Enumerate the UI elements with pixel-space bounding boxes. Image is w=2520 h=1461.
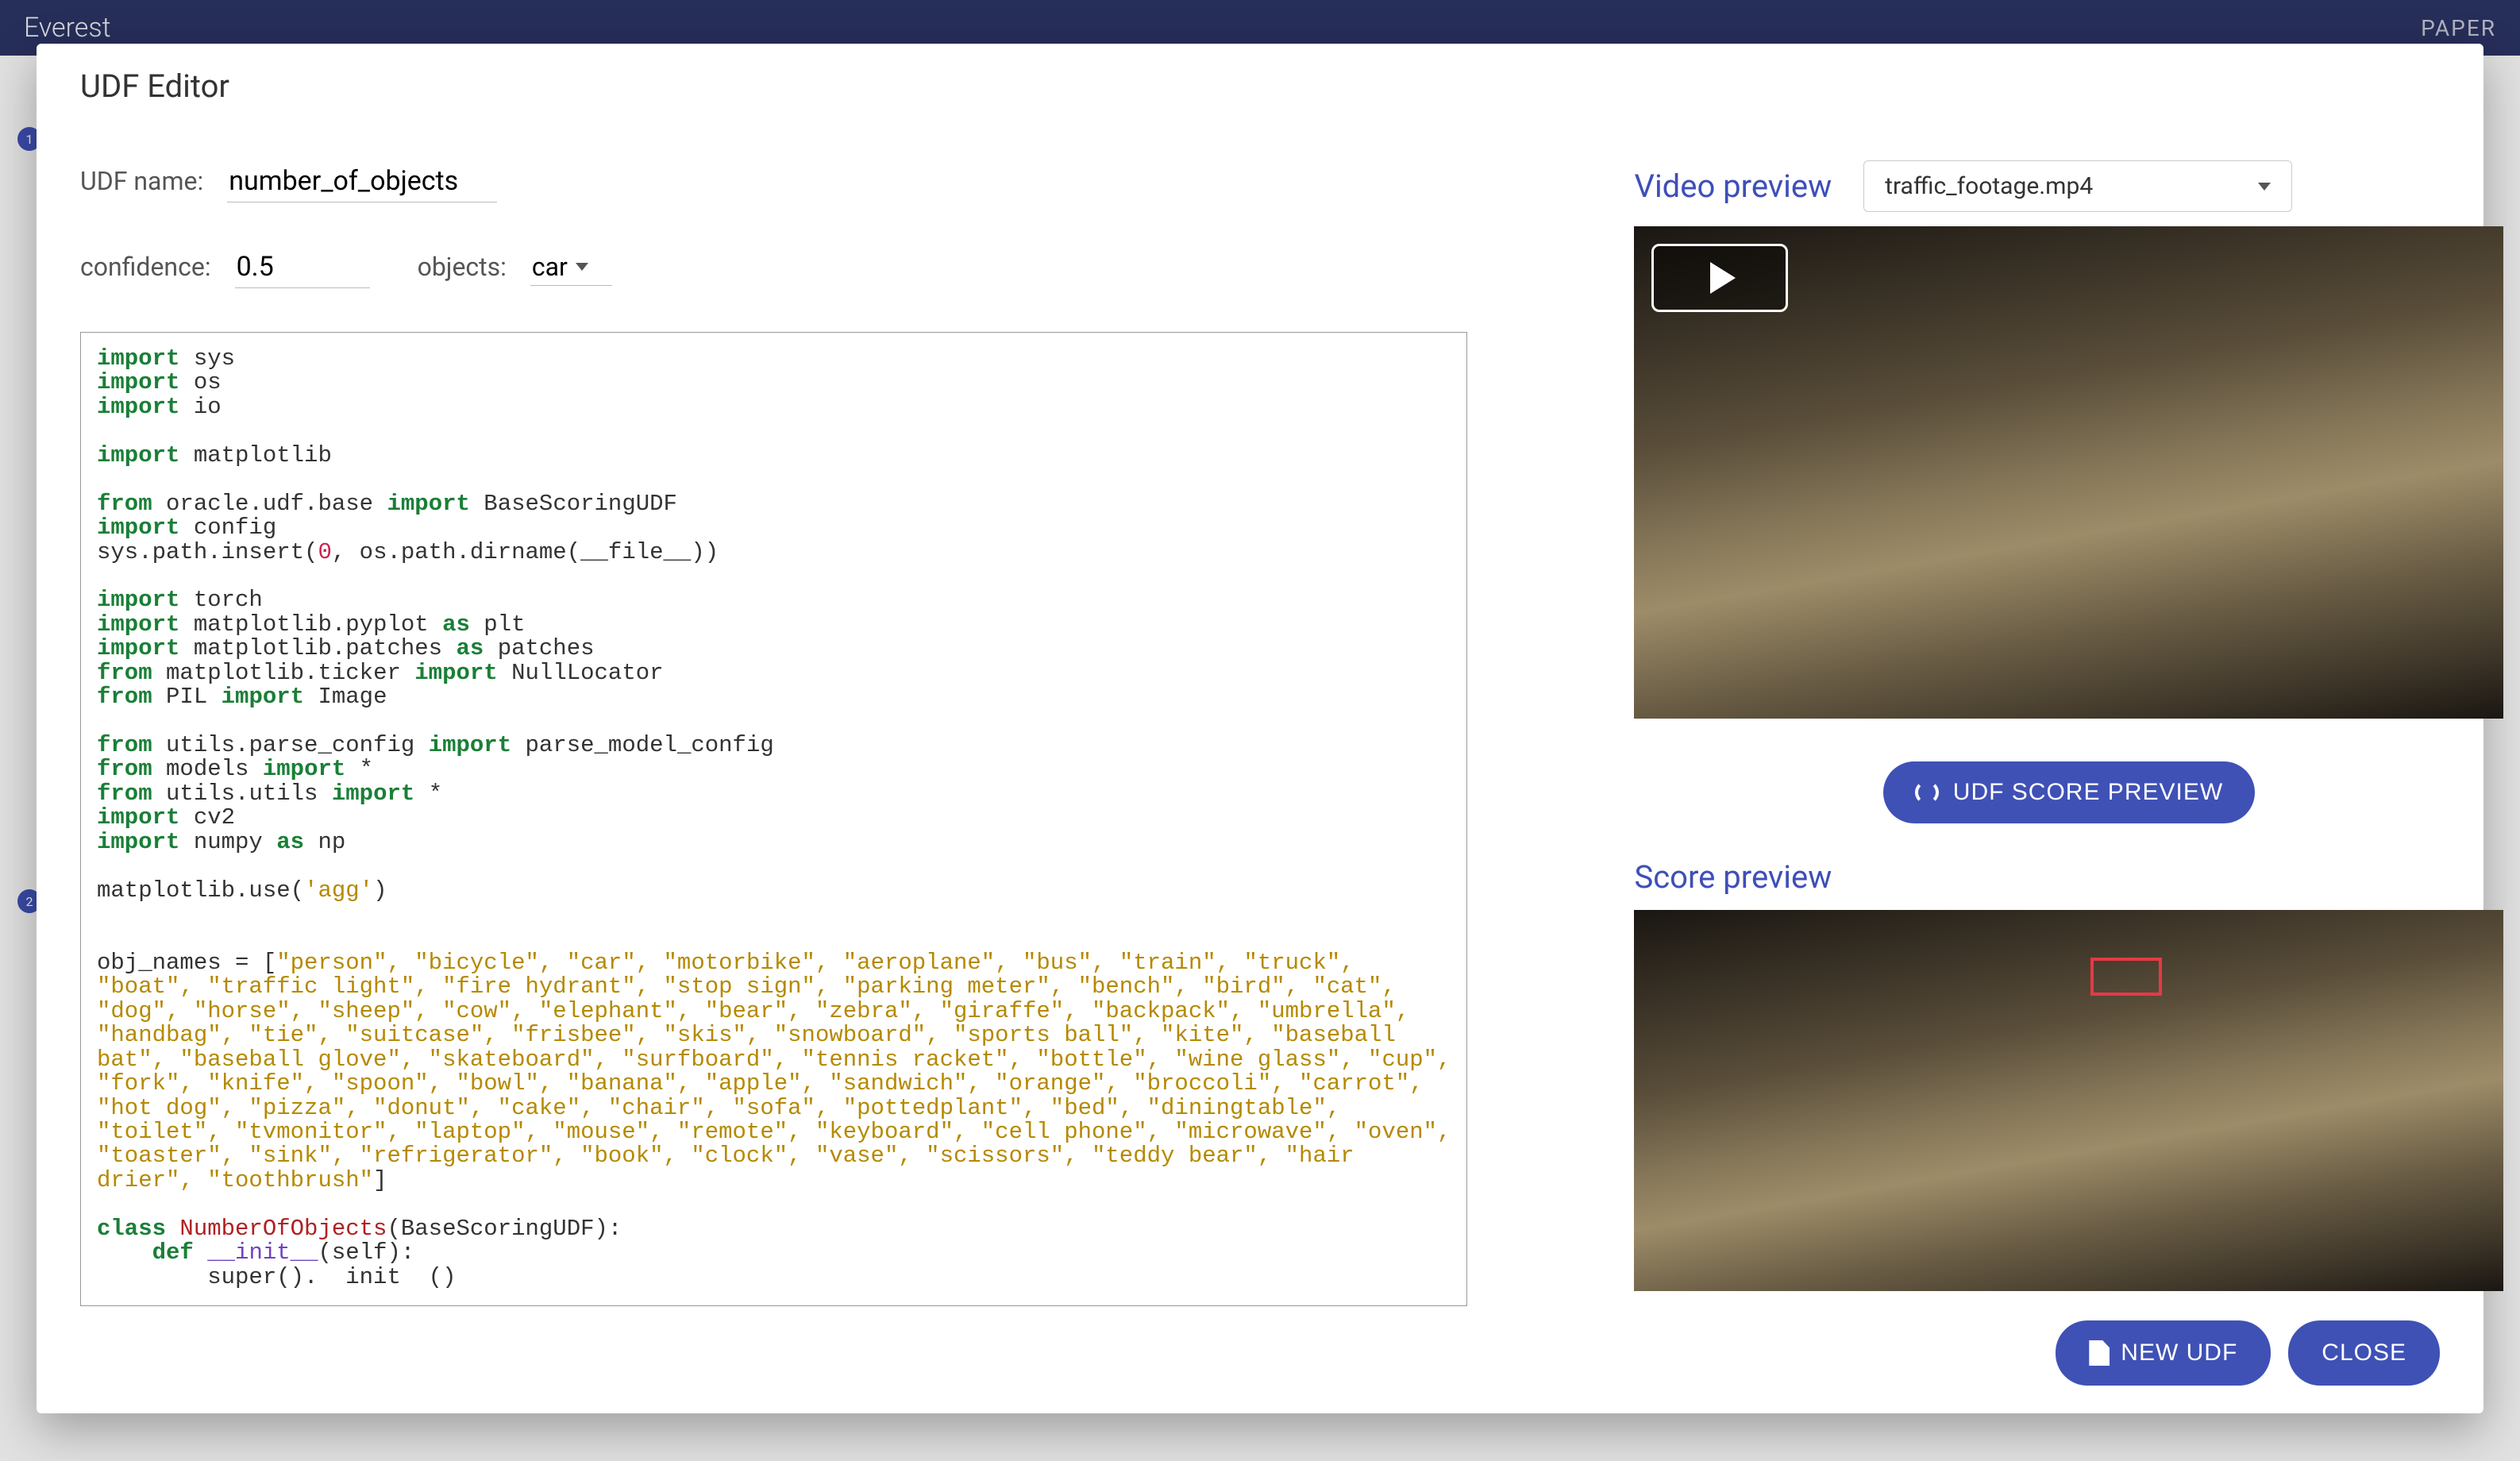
udf-name-input[interactable] [227,160,497,202]
params-row: confidence: objects: car [80,246,1467,288]
play-button[interactable] [1651,244,1788,312]
caret-down-icon [576,263,588,271]
video-preview-title: Video preview [1634,168,1832,205]
video-file-select[interactable]: traffic_footage.mp4 [1863,160,2292,212]
file-icon [2089,1340,2110,1366]
video-file-select-value: traffic_footage.mp4 [1885,172,2093,200]
code-editor[interactable]: import sys import os import io import ma… [80,332,1467,1306]
score-button-row: UDF SCORE PREVIEW [1634,761,2503,823]
new-udf-button[interactable]: NEW UDF [2056,1320,2271,1386]
new-udf-label: NEW UDF [2121,1340,2237,1367]
modal-body: UDF name: confidence: objects: car impor… [80,160,2440,1306]
video-preview-header: Video preview traffic_footage.mp4 [1634,160,2503,212]
udf-editor-modal: UDF Editor UDF name: confidence: objects… [37,44,2483,1413]
score-preview [1634,910,2503,1291]
modal-title: UDF Editor [80,67,2440,105]
modal-overlay: UDF Editor UDF name: confidence: objects… [0,0,2520,1461]
udf-name-row: UDF name: [80,160,1467,202]
score-preview-title: Score preview [1634,858,2503,896]
confidence-input[interactable] [235,246,370,288]
udf-score-preview-button[interactable]: UDF SCORE PREVIEW [1883,761,2255,823]
video-preview [1634,226,2503,719]
objects-select[interactable]: car [530,249,612,286]
confidence-label: confidence: [80,252,211,282]
udf-score-preview-label: UDF SCORE PREVIEW [1953,779,2223,806]
target-icon [1915,781,1939,804]
modal-footer: NEW UDF CLOSE [80,1320,2440,1386]
detection-bbox [2090,958,2162,996]
left-column: UDF name: confidence: objects: car impor… [80,160,1467,1306]
objects-label: objects: [418,252,507,282]
udf-name-label: UDF name: [80,166,203,196]
close-button[interactable]: CLOSE [2288,1320,2440,1386]
play-icon [1710,262,1736,294]
objects-select-value: car [532,252,568,282]
close-label: CLOSE [2322,1340,2406,1367]
caret-down-icon [2258,183,2271,191]
right-column: Video preview traffic_footage.mp4 UDF SC… [1634,160,2503,1306]
